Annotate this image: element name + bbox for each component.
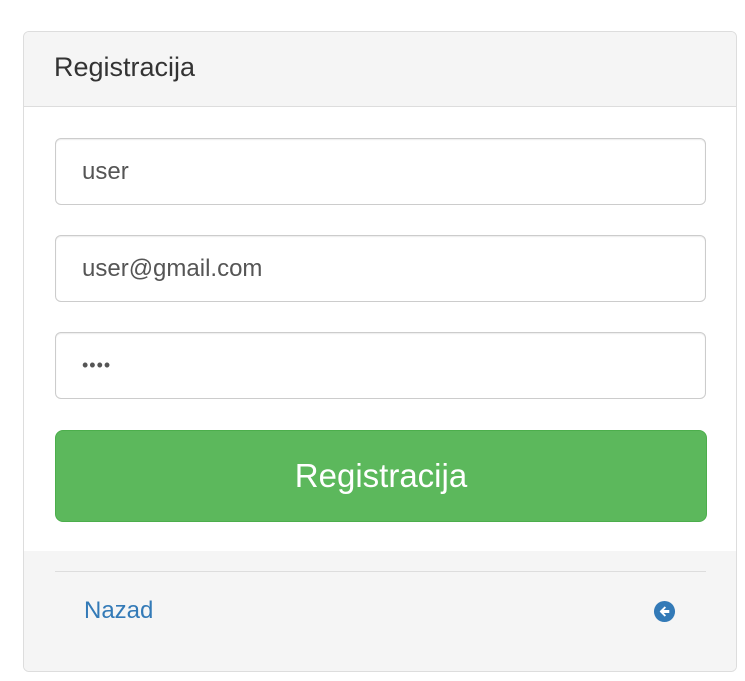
registration-form: Registracija <box>24 107 736 551</box>
email-field[interactable] <box>55 235 706 302</box>
username-field[interactable] <box>55 138 706 205</box>
register-button[interactable]: Registracija <box>55 430 707 522</box>
panel-title: Registracija <box>54 51 196 82</box>
password-field[interactable] <box>55 332 706 399</box>
registration-panel: Registracija Registracija Nazad <box>23 31 737 672</box>
circle-arrow-left-icon[interactable] <box>653 600 676 623</box>
panel-footer: Nazad <box>24 551 736 671</box>
panel-heading: Registracija <box>24 32 736 107</box>
back-link[interactable]: Nazad <box>84 597 153 625</box>
footer-divider <box>55 571 706 572</box>
